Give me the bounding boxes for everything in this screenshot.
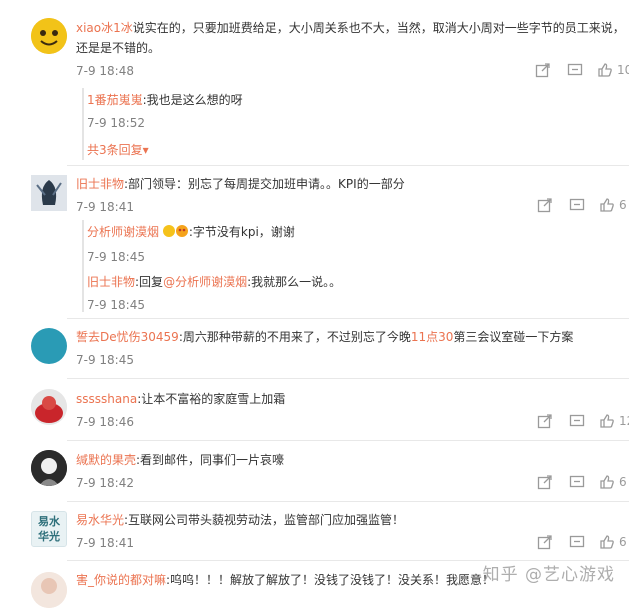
like-count: 6 (619, 475, 627, 489)
comment-icon[interactable] (569, 474, 585, 490)
comment-icon[interactable] (569, 534, 585, 550)
comment-text: :看到邮件，同事们一片哀嚎 (136, 453, 285, 467)
avatar-logo-line: 华光 (38, 530, 60, 543)
comment-5: 缄默的果壳:看到邮件，同事们一片哀嚎 7-9 18:42 6 (0, 448, 629, 498)
emoji-icon (162, 224, 189, 244)
comment-text: :互联网公司带头藐视劳动法，监管部门应加强监管！ (124, 513, 405, 527)
avatar[interactable] (31, 18, 67, 54)
comment-icon[interactable] (569, 413, 585, 429)
comment-author[interactable]: 害_你说的都对嘛 (76, 573, 166, 587)
like-count: 6 (619, 198, 627, 212)
comment-text: 第三会议室碰一下方案 (453, 330, 574, 344)
share-icon[interactable] (537, 534, 553, 550)
divider (67, 378, 629, 379)
comment-author[interactable]: 誓去De忧伤30459 (76, 330, 179, 344)
reply-time: 7-9 18:45 (87, 298, 145, 312)
share-icon[interactable] (537, 474, 553, 490)
reply-author[interactable]: 旧士非物 (87, 275, 135, 289)
photo-avatar-icon (31, 572, 67, 608)
comment-icon[interactable] (567, 62, 583, 78)
mention-link[interactable]: @分析师谢漠烟 (163, 275, 247, 289)
avatar[interactable] (31, 572, 67, 608)
watermark: 知乎 @艺心游戏 (482, 565, 615, 585)
comment-3: 誓去De忧伤30459:周六那种带薪的不用来了，不过别忘了今晚11点30第三会议… (0, 325, 629, 375)
reply-text: :我也是这么想的呀 (142, 93, 243, 107)
comment-author[interactable]: xiao冰1冰 (76, 21, 133, 35)
like-icon[interactable] (597, 62, 613, 78)
reply-author[interactable]: 分析师谢漠烟 (87, 225, 159, 239)
reply-author[interactable]: 1番茄嵬嵬 (87, 93, 143, 107)
comment-text: :周六那种带薪的不用来了，不过别忘了今晚 (178, 330, 411, 344)
avatar[interactable] (31, 450, 67, 486)
reply-thread: 1番茄嵬嵬:我也是这么想的呀 7-9 18:52 共3条回复▾ (82, 88, 629, 160)
like-icon[interactable] (599, 534, 615, 550)
like-count: 12 (619, 414, 629, 428)
avatar[interactable] (31, 175, 67, 211)
photo-avatar-icon (31, 450, 67, 486)
divider (67, 440, 629, 441)
like-count: 10 (617, 63, 629, 77)
avatar[interactable] (31, 328, 67, 364)
avatar[interactable] (31, 389, 67, 425)
reply-text: :字节没有kpi，谢谢 (188, 225, 295, 239)
avatar-logo-line: 易水 (38, 515, 60, 528)
comment-text: :让本不富裕的家庭雪上加霜 (137, 392, 286, 406)
like-icon[interactable] (599, 474, 615, 490)
share-icon[interactable] (535, 62, 551, 78)
comment-text: 说实在的，只要加班费给足，大小周关系也不大，当然，取消大小周对一些字节的员工来说… (132, 21, 625, 35)
comment-time: 7-9 18:45 (76, 353, 134, 367)
photo-avatar-icon (31, 389, 67, 425)
comment-1: xiao冰1冰说实在的，只要加班费给足，大小周关系也不大，当然，取消大小周对一些… (0, 14, 629, 164)
avatar-logo-text: 易水 华光 (32, 512, 66, 544)
reply-thread: 分析师谢漠烟 :字节没有kpi，谢谢 7-9 18:45 旧士非物:回复@分析师… (82, 220, 629, 312)
share-icon[interactable] (537, 197, 553, 213)
comment-author[interactable]: ssssshana (76, 392, 137, 406)
like-count: 6 (619, 535, 627, 549)
comment-author[interactable]: 旧士非物 (76, 177, 124, 191)
reply-prefix: :回复 (135, 275, 164, 289)
comment-text: :呜呜！！！解放了解放了！没钱了没钱了！没关系！我愿意！ (166, 573, 495, 587)
portrait-avatar-icon (31, 175, 67, 211)
reply-time: 7-9 18:52 (87, 116, 145, 130)
smiley-avatar-icon (31, 18, 67, 54)
divider (67, 501, 629, 502)
comment-4: ssssshana:让本不富裕的家庭雪上加霜 7-9 18:46 12 (0, 387, 629, 437)
highlight-text: 11点30 (410, 330, 454, 344)
comment-icon[interactable] (569, 197, 585, 213)
comment-2: 旧士非物:部门领导：别忘了每周提交加班申请。。KPI的一部分 7-9 18:41… (0, 170, 629, 320)
avatar[interactable]: 易水 华光 (31, 511, 67, 547)
share-icon[interactable] (537, 413, 553, 429)
like-icon[interactable] (599, 197, 615, 213)
comment-6: 易水 华光 易水华光:互联网公司带头藐视劳动法，监管部门应加强监管！ 7-9 1… (0, 508, 629, 558)
like-icon[interactable] (599, 413, 615, 429)
divider (67, 318, 629, 319)
more-replies-link[interactable]: 共3条回复▾ (84, 140, 629, 160)
reply-text: :我就那么一说。。 (247, 275, 342, 289)
comment-author[interactable]: 缄默的果壳 (76, 453, 136, 467)
comment-text: 还是是不错的。 (76, 41, 161, 55)
comment-text: :部门领导：别忘了每周提交加班申请。。KPI的一部分 (124, 177, 405, 191)
reply-time: 7-9 18:45 (87, 250, 145, 264)
divider (67, 165, 629, 166)
comment-author[interactable]: 易水华光 (76, 513, 124, 527)
